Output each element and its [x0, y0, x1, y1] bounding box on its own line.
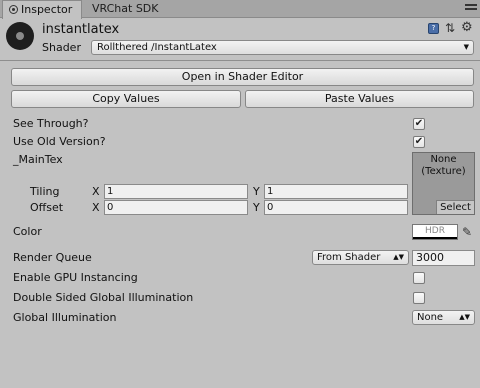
texture-slot-value: None (Texture): [413, 153, 474, 178]
paste-values-button[interactable]: Paste Values: [245, 90, 474, 108]
render-queue-label: Render Queue: [13, 251, 92, 264]
shader-dropdown-value: Rollthered /InstantLatex: [97, 42, 217, 53]
chevron-down-icon: ▼: [463, 43, 469, 51]
settings-icon[interactable]: ⇅: [445, 21, 459, 35]
offset-label: Offset: [30, 201, 64, 214]
tab-vrchat-sdk-label: VRChat SDK: [92, 2, 159, 15]
color-label: Color: [13, 225, 42, 238]
gpu-instancing-checkbox[interactable]: [413, 272, 425, 284]
render-queue-value-field[interactable]: 3000: [412, 250, 475, 266]
texture-none-text: None: [430, 154, 457, 165]
double-sided-gi-label: Double Sided Global Illumination: [13, 291, 194, 304]
render-queue-mode-dropdown[interactable]: From Shader ▲▼: [312, 250, 409, 265]
tiling-x-field[interactable]: 1: [104, 184, 248, 199]
shader-label: Shader: [42, 41, 81, 54]
menu-icon[interactable]: [465, 4, 477, 14]
gear-icon[interactable]: ⚙: [461, 21, 475, 35]
tab-inspector[interactable]: Inspector: [2, 0, 82, 19]
open-shader-editor-button[interactable]: Open in Shader Editor: [11, 68, 474, 86]
use-old-version-checkbox[interactable]: ✔: [413, 136, 425, 148]
copy-values-button[interactable]: Copy Values: [11, 90, 241, 108]
gpu-instancing-label: Enable GPU Instancing: [13, 271, 138, 284]
tab-bar: Inspector VRChat SDK: [0, 0, 480, 19]
divider: [0, 60, 480, 61]
eyedropper-icon[interactable]: ✎: [462, 224, 476, 240]
offset-y-label: Y: [253, 201, 260, 214]
offset-x-label: X: [92, 201, 100, 214]
tiling-y-field[interactable]: 1: [264, 184, 408, 199]
material-name: instantlatex: [42, 22, 120, 37]
material-preview-icon: [6, 22, 34, 50]
hdr-text: HDR: [425, 226, 445, 236]
tiling-label: Tiling: [30, 185, 60, 198]
color-swatch[interactable]: HDR: [412, 224, 458, 240]
texture-select-button[interactable]: Select: [436, 200, 474, 214]
global-illumination-label: Global Illumination: [13, 311, 117, 324]
see-through-checkbox[interactable]: ✔: [413, 118, 425, 130]
render-queue-mode-value: From Shader: [317, 252, 381, 263]
offset-y-field[interactable]: 0: [264, 200, 408, 215]
offset-x-field[interactable]: 0: [104, 200, 248, 215]
tiling-x-label: X: [92, 185, 100, 198]
see-through-label: See Through?: [13, 117, 89, 130]
up-down-arrows-icon: ▲▼: [459, 313, 470, 321]
shader-dropdown[interactable]: Rollthered /InstantLatex ▼: [91, 40, 474, 55]
tab-inspector-label: Inspector: [21, 3, 73, 16]
use-old-version-label: Use Old Version?: [13, 135, 106, 148]
up-down-arrows-icon: ▲▼: [393, 253, 404, 261]
texture-slot[interactable]: None (Texture) Select: [412, 152, 475, 215]
inspector-icon: [9, 5, 18, 14]
book-icon[interactable]: ?: [428, 23, 439, 34]
tiling-y-label: Y: [253, 185, 260, 198]
main-tex-label: _MainTex: [13, 153, 63, 166]
global-illumination-value: None: [417, 312, 444, 323]
tab-vrchat-sdk[interactable]: VRChat SDK: [86, 0, 172, 18]
texture-type-text: (Texture): [421, 166, 466, 177]
double-sided-gi-checkbox[interactable]: [413, 292, 425, 304]
global-illumination-dropdown[interactable]: None ▲▼: [412, 310, 475, 325]
